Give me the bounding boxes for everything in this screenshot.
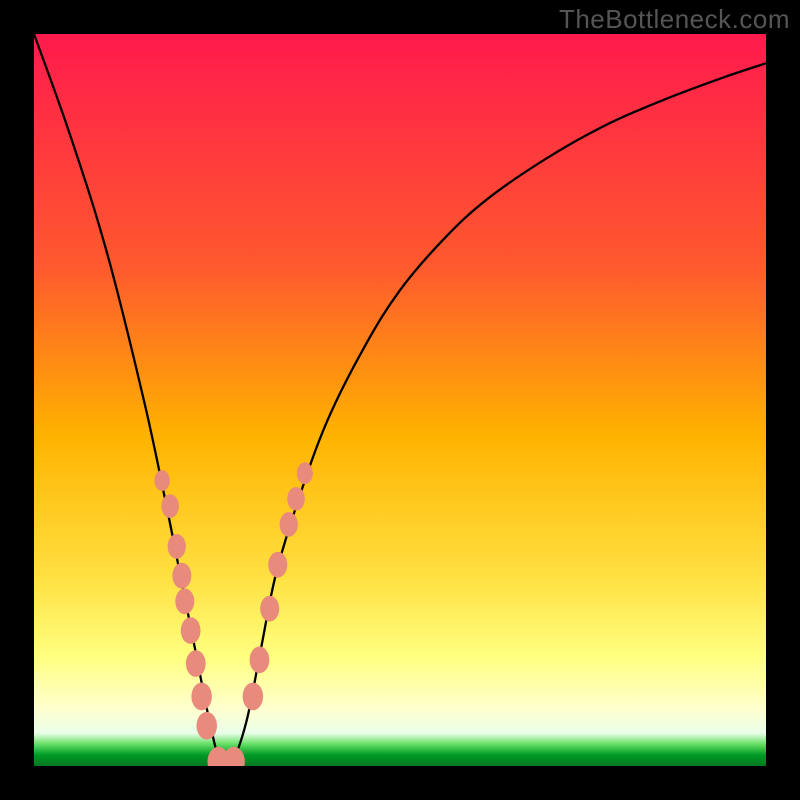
curve-marker xyxy=(297,462,313,484)
curve-marker xyxy=(172,563,191,589)
watermark-text: TheBottleneck.com xyxy=(559,4,790,35)
curve-marker xyxy=(260,596,279,622)
curve-marker xyxy=(287,487,305,511)
curve-markers xyxy=(154,462,312,766)
curve-layer xyxy=(34,34,766,766)
curve-marker xyxy=(181,617,201,644)
curve-marker xyxy=(223,747,245,766)
curve-marker xyxy=(280,512,298,537)
curve-marker xyxy=(268,552,287,578)
curve-marker xyxy=(168,534,186,559)
curve-marker xyxy=(154,470,169,491)
curve-marker xyxy=(243,683,263,711)
chart-frame: TheBottleneck.com xyxy=(0,0,800,800)
curve-marker xyxy=(186,650,206,677)
curve-marker xyxy=(197,712,217,740)
curve-marker xyxy=(175,588,194,614)
plot-area xyxy=(34,34,766,766)
bottleneck-curve xyxy=(34,34,766,766)
curve-marker xyxy=(161,494,179,518)
curve-marker xyxy=(250,647,270,674)
curve-marker xyxy=(191,683,211,711)
